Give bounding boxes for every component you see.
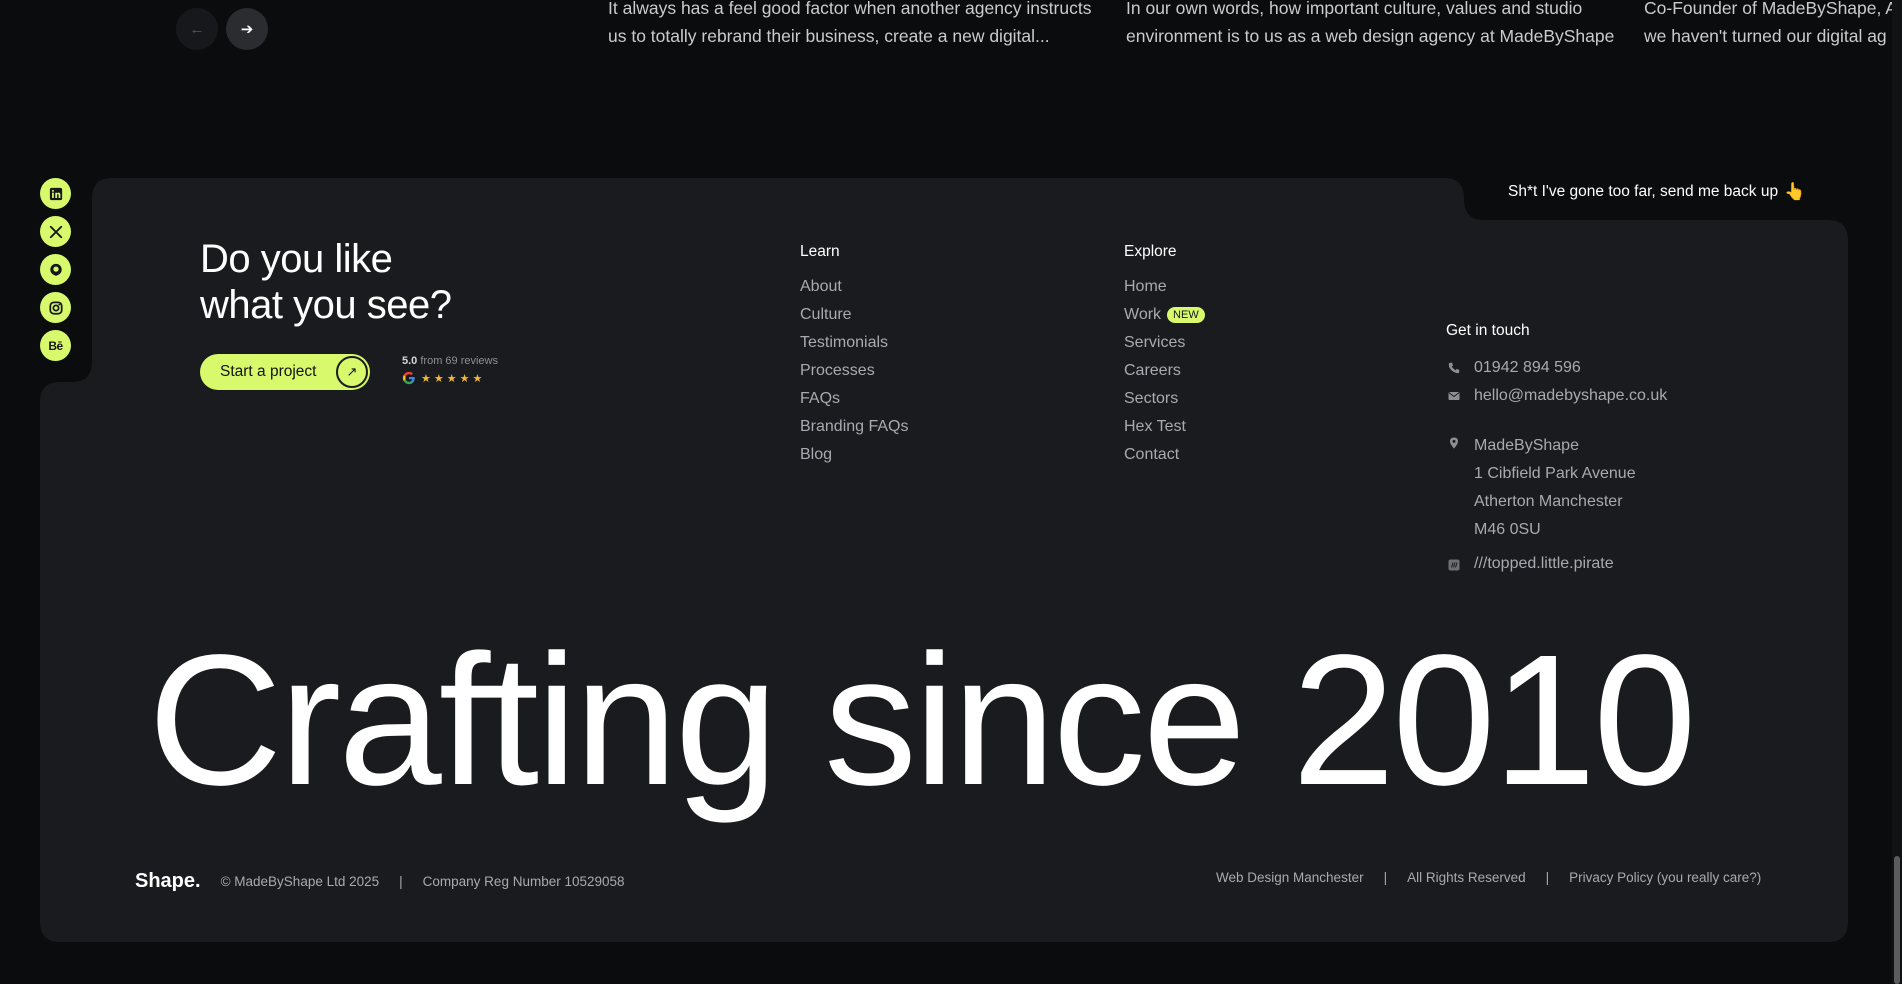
carousel-nav: ← ➔ — [176, 8, 268, 50]
explore-title: Explore — [1124, 243, 1177, 260]
footer-link-work[interactable]: Work NEW — [1124, 301, 1205, 329]
footer-link-branding-faqs[interactable]: Branding FAQs — [800, 413, 909, 441]
footer-link-faqs[interactable]: FAQs — [800, 385, 909, 413]
testimonial-excerpt[interactable]: Co-Founder of MadeByShape, A we haven't … — [1644, 0, 1892, 50]
pointing-up-icon: 👆 — [1784, 182, 1806, 201]
footer-link-services[interactable]: Services — [1124, 329, 1205, 357]
x-link[interactable] — [40, 216, 71, 247]
phone-number: 01942 894 596 — [1474, 359, 1581, 376]
contact-block: Get in touch 01942 894 596 hello@madebys… — [1446, 322, 1667, 578]
testimonial-line: In our own words, how important culture,… — [1126, 0, 1583, 18]
email-address: hello@madebyshape.co.uk — [1474, 387, 1668, 404]
carousel-next-button[interactable]: ➔ — [226, 8, 268, 50]
separator: | — [399, 874, 403, 889]
arrow-up-right-icon: ↗ — [336, 356, 368, 388]
crafting-since-headline: Crafting since 2010 — [148, 617, 1697, 824]
privacy-policy-link[interactable]: Privacy Policy (you really care?) — [1569, 870, 1761, 885]
rating-count: from 69 reviews — [417, 355, 498, 367]
footer-legal-left: Shape. © MadeByShape Ltd 2025 | Company … — [135, 870, 625, 893]
start-project-label: Start a project — [220, 363, 317, 380]
google-icon — [402, 371, 415, 385]
separator: | — [1383, 870, 1388, 885]
address-line: M46 0SU — [1474, 521, 1541, 538]
testimonial-line: It always has a feel good factor when an… — [608, 0, 1092, 18]
behance-icon: Bē — [48, 338, 63, 353]
arrow-right-icon: ➔ — [240, 21, 254, 38]
star-rating: ★★★★★ — [421, 372, 486, 385]
map-pin-icon — [1446, 432, 1462, 449]
linkedin-icon — [49, 187, 62, 200]
learn-column: Learn About Culture Testimonials Process… — [800, 243, 909, 469]
testimonial-excerpt[interactable]: In our own words, how important culture,… — [1126, 0, 1614, 50]
rating-score: 5.0 — [402, 355, 418, 367]
linkedin-link[interactable] — [40, 178, 71, 209]
footer-link-contact[interactable]: Contact — [1124, 441, 1205, 469]
phone-link[interactable]: 01942 894 596 — [1446, 354, 1667, 382]
separator: | — [1545, 870, 1550, 885]
testimonial-excerpt[interactable]: It always has a feel good factor when an… — [608, 0, 1091, 50]
contact-title: Get in touch — [1446, 322, 1530, 339]
testimonial-line: us to totally rebrand their business, cr… — [608, 26, 1050, 46]
footer-link-sectors[interactable]: Sectors — [1124, 385, 1205, 413]
web-design-manchester-link[interactable]: Web Design Manchester — [1216, 870, 1364, 885]
learn-title: Learn — [800, 243, 840, 260]
social-links: Bē — [40, 178, 71, 361]
shape-logo[interactable]: Shape. — [135, 870, 201, 893]
company-reg-text: Company Reg Number 10529058 — [422, 874, 625, 889]
github-link[interactable] — [40, 254, 71, 285]
page-scrollbar[interactable] — [1892, 0, 1902, 984]
footer-headline: Do you like what you see? — [200, 236, 452, 328]
copyright-text: © MadeByShape Ltd 2025 — [220, 874, 380, 889]
address-line: MadeByShape — [1474, 437, 1579, 454]
footer-link-work-label: Work — [1124, 306, 1162, 323]
footer-link-careers[interactable]: Careers — [1124, 357, 1205, 385]
scrollbar-thumb[interactable] — [1894, 856, 1900, 984]
carousel-prev-button[interactable]: ← — [176, 8, 218, 50]
footer-link-hex-test[interactable]: Hex Test — [1124, 413, 1205, 441]
x-icon — [49, 225, 62, 238]
what3words-address: ///topped.little.pirate — [1474, 555, 1614, 572]
start-project-button[interactable]: Start a project ↗ — [200, 354, 370, 390]
arrow-left-icon: ← — [189, 20, 205, 38]
google-rating[interactable]: 5.0 from 69 reviews ★★★★★ — [402, 355, 498, 385]
footer-link-testimonials[interactable]: Testimonials — [800, 329, 909, 357]
footer-link-blog[interactable]: Blog — [800, 441, 909, 469]
all-rights-reserved-text: All Rights Reserved — [1407, 870, 1526, 885]
instagram-icon — [48, 300, 63, 315]
instagram-link[interactable] — [40, 292, 71, 323]
behance-link[interactable]: Bē — [40, 330, 71, 361]
address-line: Atherton Manchester — [1474, 493, 1623, 510]
headline-line: Do you like — [200, 237, 393, 281]
footer-link-culture[interactable]: Culture — [800, 301, 909, 329]
back-to-top-label: Sh*t I've gone too far, send me back up — [1508, 183, 1779, 200]
footer-link-about[interactable]: About — [800, 273, 909, 301]
mail-icon — [1446, 382, 1462, 402]
testimonial-line: we haven't turned our digital ag — [1644, 26, 1887, 46]
explore-column: Explore Home Work NEW Services Careers S… — [1124, 243, 1205, 469]
headline-line: what you see? — [200, 283, 452, 327]
address[interactable]: MadeByShape 1 Cibfield Park Avenue Ather… — [1446, 432, 1667, 544]
footer-link-processes[interactable]: Processes — [800, 357, 909, 385]
testimonial-line: environment is to us as a web design age… — [1126, 26, 1615, 46]
address-line: 1 Cibfield Park Avenue — [1474, 465, 1636, 482]
new-badge: NEW — [1167, 307, 1205, 323]
what3words-icon — [1446, 550, 1462, 571]
back-to-top-link[interactable]: Sh*t I've gone too far, send me back up … — [1508, 182, 1805, 202]
footer-link-home[interactable]: Home — [1124, 273, 1205, 301]
github-icon — [49, 263, 62, 276]
what3words-link[interactable]: ///topped.little.pirate — [1446, 550, 1667, 578]
phone-icon — [1446, 354, 1462, 374]
email-link[interactable]: hello@madebyshape.co.uk — [1446, 382, 1667, 410]
testimonial-line: Co-Founder of MadeByShape, A — [1644, 0, 1892, 18]
footer-legal-right: Web Design Manchester | All Rights Reser… — [1216, 870, 1761, 885]
rating-text: 5.0 from 69 reviews — [402, 355, 498, 367]
